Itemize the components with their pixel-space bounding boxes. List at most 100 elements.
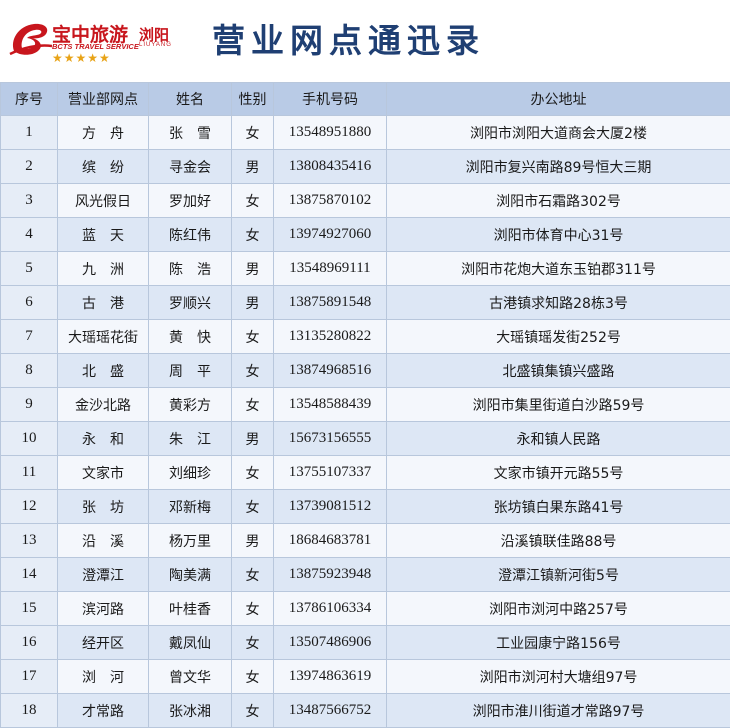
branch-directory-table: 序号 营业部网点 姓名 性别 手机号码 办公地址 1方 舟张 雪女1354895… [0, 82, 730, 728]
row-name: 黄 快 [149, 320, 232, 354]
star-rating-icon: ★★★★★ [52, 51, 111, 65]
row-address: 大瑶镇瑶发街252号 [387, 320, 730, 354]
row-phone[interactable]: 13786106334 [274, 592, 387, 626]
row-name: 戴凤仙 [149, 626, 232, 660]
row-address: 浏阳市浏河村大塘组97号 [387, 660, 730, 694]
row-phone[interactable]: 13875870102 [274, 184, 387, 218]
row-phone[interactable]: 13755107337 [274, 456, 387, 490]
table-row: 18才常路张冰湘女13487566752浏阳市淮川街道才常路97号 [1, 694, 730, 728]
row-address: 浏阳市体育中心31号 [387, 218, 730, 252]
row-id: 8 [1, 354, 58, 388]
row-branch: 经开区 [58, 626, 149, 660]
row-gender: 女 [232, 354, 274, 388]
table-row: 2缤 纷寻金会男13808435416浏阳市复兴南路89号恒大三期 [1, 150, 730, 184]
column-header-branch: 营业部网点 [58, 83, 149, 116]
row-gender: 女 [232, 388, 274, 422]
row-branch: 金沙北路 [58, 388, 149, 422]
row-phone[interactable]: 13875891548 [274, 286, 387, 320]
table-row: 15滨河路叶桂香女13786106334浏阳市浏河中路257号 [1, 592, 730, 626]
table-row: 14澄潭江陶美满女13875923948澄潭江镇新河街5号 [1, 558, 730, 592]
row-branch: 方 舟 [58, 116, 149, 150]
row-branch: 才常路 [58, 694, 149, 728]
row-phone[interactable]: 13739081512 [274, 490, 387, 524]
row-address: 永和镇人民路 [387, 422, 730, 456]
row-name: 邓新梅 [149, 490, 232, 524]
row-branch: 大瑶瑶花街 [58, 320, 149, 354]
row-address: 张坊镇白果东路41号 [387, 490, 730, 524]
table-header-row: 序号 营业部网点 姓名 性别 手机号码 办公地址 [1, 83, 730, 116]
row-branch: 澄潭江 [58, 558, 149, 592]
row-branch: 九 洲 [58, 252, 149, 286]
brand-logo: 宝中旅游 BCTS TRAVEL SERVICE ★★★★★ 浏阳 LIUYAN… [8, 18, 173, 68]
row-address: 浏阳市石霜路302号 [387, 184, 730, 218]
row-branch: 滨河路 [58, 592, 149, 626]
row-phone[interactable]: 13875923948 [274, 558, 387, 592]
row-address: 浏阳市淮川街道才常路97号 [387, 694, 730, 728]
table-row: 3风光假日罗加好女13875870102浏阳市石霜路302号 [1, 184, 730, 218]
row-phone[interactable]: 13974863619 [274, 660, 387, 694]
page-title: 营业网点通迅录 [212, 14, 485, 62]
column-header-phone: 手机号码 [274, 83, 387, 116]
row-gender: 女 [232, 456, 274, 490]
row-address: 浏阳市集里街道白沙路59号 [387, 388, 730, 422]
row-branch: 缤 纷 [58, 150, 149, 184]
row-address: 浏阳市浏阳大道商会大厦2楼 [387, 116, 730, 150]
row-phone[interactable]: 13974927060 [274, 218, 387, 252]
row-phone[interactable]: 13507486906 [274, 626, 387, 660]
table-row: 11文家市刘细珍女13755107337文家市镇开元路55号 [1, 456, 730, 490]
row-address: 文家市镇开元路55号 [387, 456, 730, 490]
row-phone[interactable]: 13487566752 [274, 694, 387, 728]
row-name: 张冰湘 [149, 694, 232, 728]
row-gender: 女 [232, 558, 274, 592]
table-row: 9金沙北路黄彩方女13548588439浏阳市集里街道白沙路59号 [1, 388, 730, 422]
table-row: 8北 盛周 平女13874968516北盛镇集镇兴盛路 [1, 354, 730, 388]
row-name: 罗加好 [149, 184, 232, 218]
row-name: 曾文华 [149, 660, 232, 694]
row-branch: 北 盛 [58, 354, 149, 388]
row-name: 杨万里 [149, 524, 232, 558]
row-phone[interactable]: 13548588439 [274, 388, 387, 422]
row-id: 10 [1, 422, 58, 456]
row-gender: 女 [232, 320, 274, 354]
row-phone[interactable]: 13548969111 [274, 252, 387, 286]
row-id: 13 [1, 524, 58, 558]
row-name: 朱 江 [149, 422, 232, 456]
row-phone[interactable]: 18684683781 [274, 524, 387, 558]
row-id: 18 [1, 694, 58, 728]
row-gender: 男 [232, 252, 274, 286]
table-row: 17浏 河曾文华女13974863619浏阳市浏河村大塘组97号 [1, 660, 730, 694]
row-phone[interactable]: 13874968516 [274, 354, 387, 388]
row-address: 浏阳市复兴南路89号恒大三期 [387, 150, 730, 184]
table-row: 16经开区戴凤仙女13507486906工业园康宁路156号 [1, 626, 730, 660]
row-phone[interactable]: 13808435416 [274, 150, 387, 184]
row-id: 17 [1, 660, 58, 694]
column-header-name: 姓名 [149, 83, 232, 116]
row-name: 周 平 [149, 354, 232, 388]
row-gender: 女 [232, 184, 274, 218]
row-address: 沿溪镇联佳路88号 [387, 524, 730, 558]
row-phone[interactable]: 15673156555 [274, 422, 387, 456]
row-branch: 张 坊 [58, 490, 149, 524]
row-gender: 女 [232, 490, 274, 524]
row-name: 陈 浩 [149, 252, 232, 286]
row-phone[interactable]: 13135280822 [274, 320, 387, 354]
row-gender: 男 [232, 524, 274, 558]
row-id: 14 [1, 558, 58, 592]
column-header-address: 办公地址 [387, 83, 730, 116]
table-row: 13沿 溪杨万里男18684683781沿溪镇联佳路88号 [1, 524, 730, 558]
row-id: 15 [1, 592, 58, 626]
row-name: 叶桂香 [149, 592, 232, 626]
row-branch: 古 港 [58, 286, 149, 320]
table-row: 12张 坊邓新梅女13739081512张坊镇白果东路41号 [1, 490, 730, 524]
row-gender: 女 [232, 694, 274, 728]
row-name: 刘细珍 [149, 456, 232, 490]
row-branch: 浏 河 [58, 660, 149, 694]
row-gender: 女 [232, 626, 274, 660]
logo-mark-icon [8, 18, 52, 58]
logo-city-en: LIUYANG [139, 42, 172, 48]
row-branch: 风光假日 [58, 184, 149, 218]
row-name: 黄彩方 [149, 388, 232, 422]
row-phone[interactable]: 13548951880 [274, 116, 387, 150]
column-header-gender: 性别 [232, 83, 274, 116]
row-id: 9 [1, 388, 58, 422]
